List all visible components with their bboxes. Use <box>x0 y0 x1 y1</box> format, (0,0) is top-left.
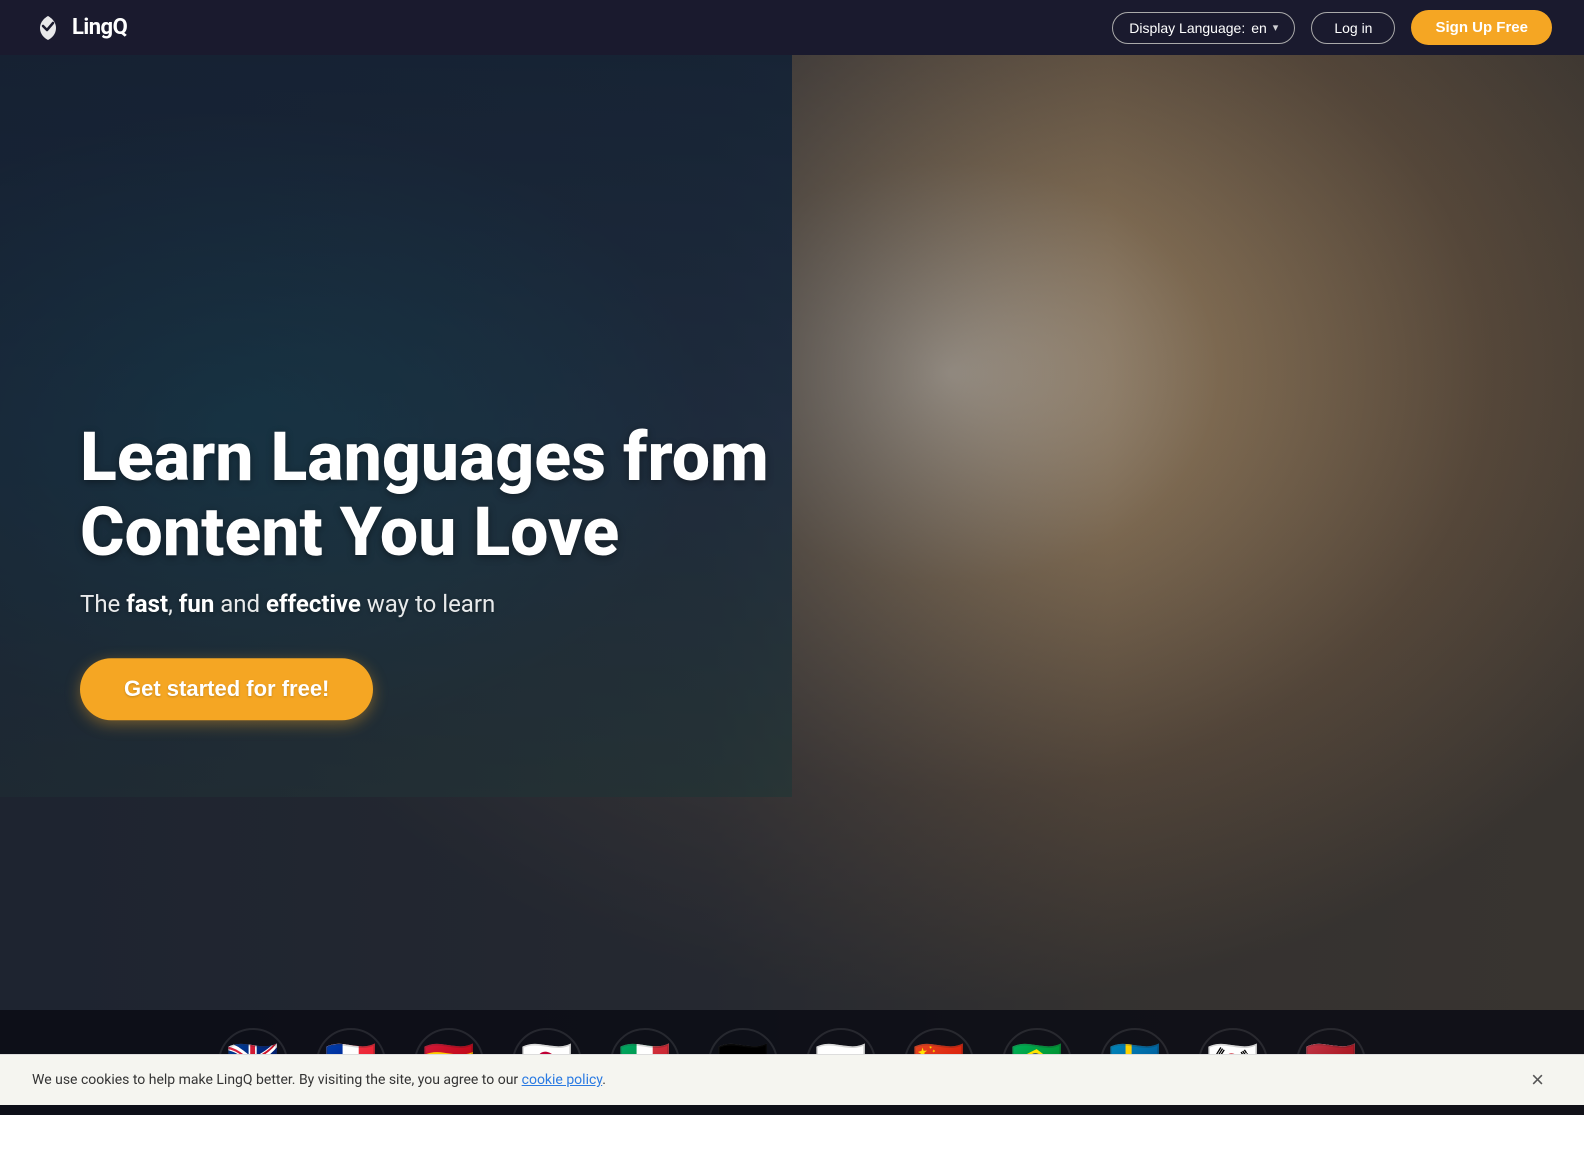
chevron-down-icon: ▾ <box>1273 21 1279 34</box>
hero-subtitle: The fast, fun and effective way to learn <box>80 590 769 618</box>
logo-icon <box>32 12 64 44</box>
hero-section: Learn Languages from Content You Love Th… <box>0 55 1584 1115</box>
nav-actions: Display Language: en ▾ Log in Sign Up Fr… <box>1112 10 1552 45</box>
signup-button[interactable]: Sign Up Free <box>1411 10 1552 45</box>
display-language-button[interactable]: Display Language: en ▾ <box>1112 12 1295 44</box>
logo[interactable]: LingQ <box>32 12 127 44</box>
hero-content: Learn Languages from Content You Love Th… <box>80 420 769 720</box>
display-language-label: Display Language: <box>1129 20 1245 36</box>
display-language-value: en <box>1251 20 1267 36</box>
cookie-message: We use cookies to help make LingQ better… <box>32 1072 606 1088</box>
cookie-close-button[interactable]: × <box>1523 1069 1552 1091</box>
navbar: LingQ Display Language: en ▾ Log in Sign… <box>0 0 1584 55</box>
cta-button[interactable]: Get started for free! <box>80 658 373 720</box>
hero-title: Learn Languages from Content You Love <box>80 420 769 570</box>
cookie-policy-link[interactable]: cookie policy <box>522 1072 603 1088</box>
cookie-banner: We use cookies to help make LingQ better… <box>0 1054 1584 1105</box>
logo-text: LingQ <box>72 15 127 40</box>
login-button[interactable]: Log in <box>1311 12 1395 44</box>
